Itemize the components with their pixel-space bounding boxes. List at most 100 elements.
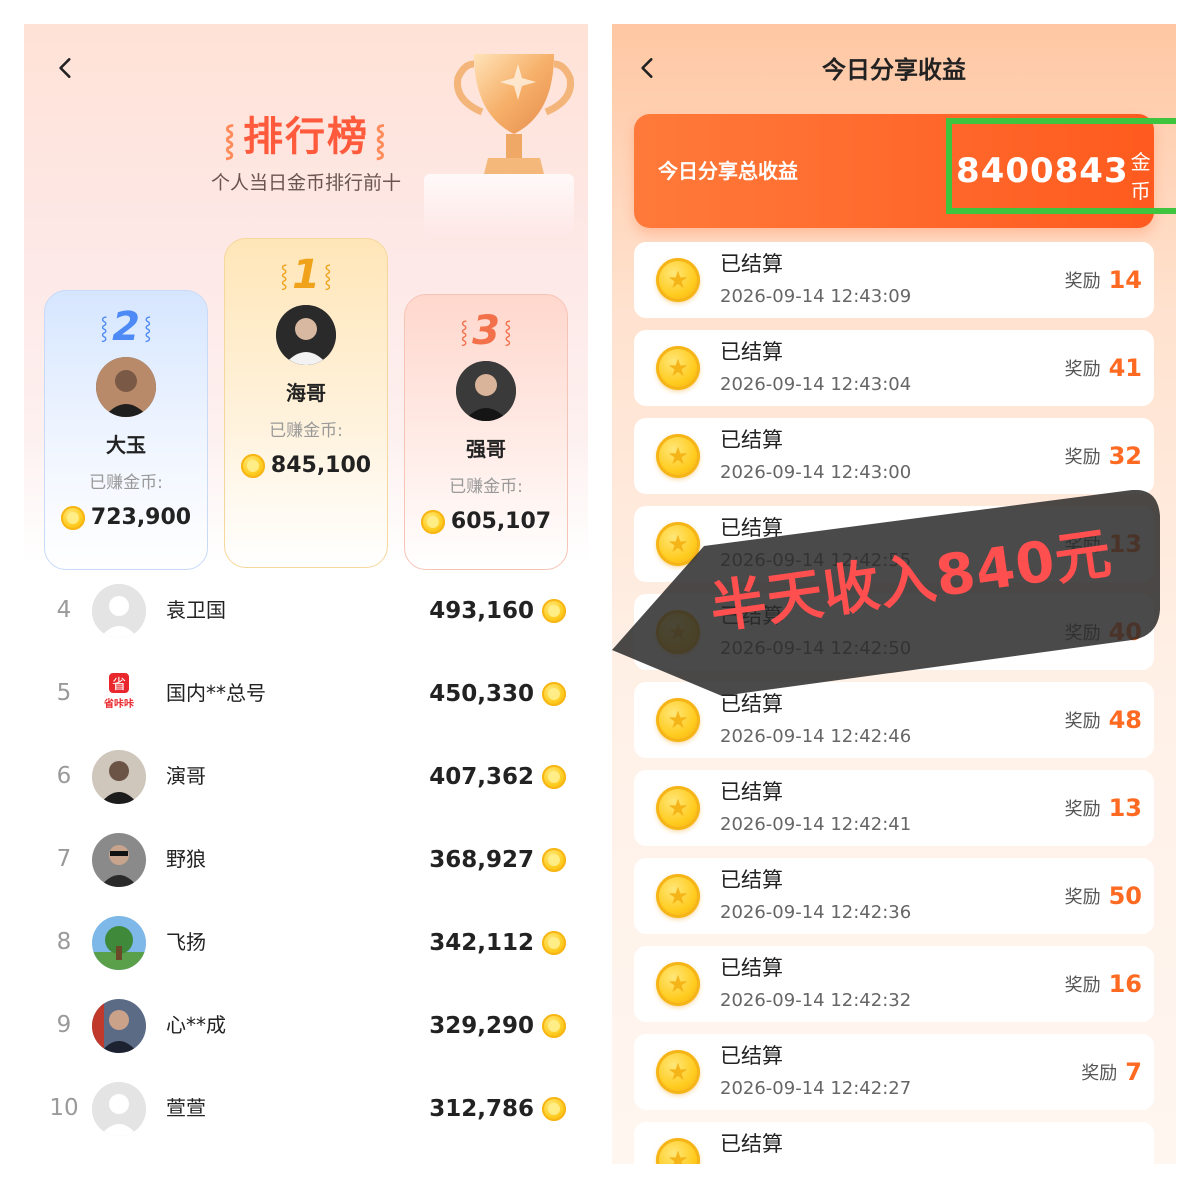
earned-label: 已赚金币: bbox=[269, 421, 343, 441]
total-number: 8400843 bbox=[956, 151, 1129, 191]
rank-index: 9 bbox=[56, 1012, 72, 1038]
svg-text:省: 省 bbox=[112, 677, 126, 693]
podium-rank-2[interactable]: ⸾ 2 ⸾ 大玉 已赚金币: 723,900 bbox=[44, 290, 208, 570]
record-status: 已结算 bbox=[720, 1132, 783, 1156]
earnings-screen: 今日分享收益 今日分享总收益 8400843金币 已结算 2026-09-14 … bbox=[612, 24, 1176, 1164]
avatar bbox=[92, 750, 146, 804]
record-reward: 奖励 48 bbox=[1064, 706, 1142, 734]
settlement-record[interactable]: 已结算 2026-09-14 12:42:46 奖励48 bbox=[634, 682, 1154, 758]
record-time: 2026-09-14 12:42:46 bbox=[720, 726, 912, 747]
record-reward: 奖励 7 bbox=[1081, 1058, 1142, 1086]
record-status: 已结算 bbox=[720, 692, 783, 716]
coin-amount: 605,107 bbox=[405, 509, 567, 534]
record-reward: 奖励 40 bbox=[1064, 618, 1142, 646]
user-name: 心**成 bbox=[166, 1013, 226, 1037]
laurel-icon: ⸾ bbox=[323, 264, 332, 289]
avatar bbox=[92, 916, 146, 970]
rank-index: 8 bbox=[56, 929, 72, 955]
user-name: 演哥 bbox=[166, 764, 206, 788]
coin-icon bbox=[542, 598, 566, 623]
avatar bbox=[96, 357, 156, 417]
user-name: 海哥 bbox=[286, 381, 326, 405]
coin-icon bbox=[656, 962, 700, 1006]
page-title: 今日分享收益 bbox=[822, 56, 966, 84]
coin-amount: 845,100 bbox=[225, 453, 387, 478]
record-reward: 奖励 16 bbox=[1064, 970, 1142, 998]
coin-score: 329,290 bbox=[429, 984, 566, 1067]
list-item[interactable]: 6 演哥 407,362 bbox=[24, 735, 588, 818]
coin-icon bbox=[656, 258, 700, 302]
coin-score: 368,927 bbox=[429, 818, 566, 901]
svg-text:省咔咔: 省咔咔 bbox=[103, 697, 134, 710]
screenshot-collage: ⸾ 排行榜 ⸾ 个人当日金币排行前十 ⸾ 2 ⸾ 大玉 已赚金币: 723,900 ⸾ 1… bbox=[0, 0, 1200, 1200]
rank-index: 6 bbox=[56, 763, 72, 789]
list-item[interactable]: 9 心**成 329,290 bbox=[24, 984, 588, 1067]
list-item[interactable]: 10 萱萱 312,786 bbox=[24, 1067, 588, 1150]
record-status: 已结算 bbox=[720, 868, 783, 892]
coin-icon bbox=[240, 453, 265, 478]
rank-index: 4 bbox=[56, 597, 72, 623]
settlement-record[interactable]: 已结算 2026-09-14 12:42:32 奖励16 bbox=[634, 946, 1154, 1022]
settlement-record[interactable]: 已结算 bbox=[634, 1122, 1154, 1164]
list-item[interactable]: 7 野狼 368,927 bbox=[24, 818, 588, 901]
coin-icon bbox=[656, 698, 700, 742]
record-reward: 奖励 32 bbox=[1064, 442, 1142, 470]
record-status: 已结算 bbox=[720, 956, 783, 980]
avatar-logo: 省省咔咔 bbox=[92, 667, 146, 721]
coin-score: 407,362 bbox=[429, 735, 566, 818]
avatar bbox=[92, 1082, 146, 1136]
coin-icon bbox=[656, 874, 700, 918]
record-time: 2026-09-14 12:42:36 bbox=[720, 902, 912, 923]
record-reward: 奖励 14 bbox=[1064, 266, 1142, 294]
avatar bbox=[456, 361, 516, 421]
back-chevron-icon bbox=[59, 58, 71, 78]
list-item[interactable]: 5 省省咔咔 国内**总号 450,330 bbox=[24, 652, 588, 735]
coin-icon bbox=[656, 522, 700, 566]
laurel-icon: ⸾ bbox=[503, 320, 512, 345]
back-button[interactable] bbox=[48, 50, 84, 86]
user-name: 强哥 bbox=[466, 437, 506, 461]
record-status: 已结算 bbox=[720, 428, 783, 452]
coin-icon bbox=[542, 847, 566, 872]
title-text: 排行榜 bbox=[243, 114, 369, 160]
record-status: 已结算 bbox=[720, 780, 783, 804]
laurel-left-icon: ⸾ bbox=[224, 123, 237, 158]
record-time: 2026-09-14 12:42:50 bbox=[720, 638, 912, 659]
record-time: 2026-09-14 12:43:00 bbox=[720, 462, 912, 483]
coin-icon bbox=[656, 434, 700, 478]
record-time: 2026-09-14 12:43:04 bbox=[720, 374, 912, 395]
earned-label: 已赚金币: bbox=[89, 473, 163, 493]
user-name: 国内**总号 bbox=[166, 681, 266, 705]
coin-score: 342,112 bbox=[429, 901, 566, 984]
rank-index: 10 bbox=[49, 1095, 79, 1121]
podium-rank-1[interactable]: ⸾ 1 ⸾ 海哥 已赚金币: 845,100 bbox=[224, 238, 388, 568]
record-reward: 奖励 50 bbox=[1064, 882, 1142, 910]
settlement-record[interactable]: 已结算 2026-09-14 12:43:00 奖励32 bbox=[634, 418, 1154, 494]
coin-score: 450,330 bbox=[429, 652, 566, 735]
podium-rank-3[interactable]: ⸾ 3 ⸾ 强哥 已赚金币: 605,107 bbox=[404, 294, 568, 570]
coin-icon bbox=[420, 509, 445, 534]
settlement-record[interactable]: 已结算 2026-09-14 12:42:41 奖励13 bbox=[634, 770, 1154, 846]
total-unit: 金币 bbox=[1130, 150, 1151, 203]
user-name: 野狼 bbox=[166, 847, 206, 871]
record-time: 2026-09-14 12:42:32 bbox=[720, 990, 912, 1011]
settlement-record[interactable]: 已结算 2026-09-14 12:43:09 奖励14 bbox=[634, 242, 1154, 318]
user-name: 飞扬 bbox=[166, 930, 206, 954]
total-value: 8400843 金币 bbox=[956, 114, 1154, 228]
record-status: 已结算 bbox=[720, 1044, 783, 1068]
coin-score: 312,786 bbox=[429, 1067, 566, 1150]
settlement-record[interactable]: 已结算 2026-09-14 12:43:04 奖励41 bbox=[634, 330, 1154, 406]
list-item[interactable]: 8 飞扬 342,112 bbox=[24, 901, 588, 984]
settlement-record[interactable]: 已结算 2026-09-14 12:42:27 奖励7 bbox=[634, 1034, 1154, 1110]
user-name: 大玉 bbox=[106, 433, 146, 457]
coin-score: 493,160 bbox=[429, 569, 566, 652]
user-name: 萱萱 bbox=[166, 1096, 206, 1120]
rank-index: 7 bbox=[56, 846, 72, 872]
record-status: 已结算 bbox=[720, 516, 783, 540]
list-item[interactable]: 4 袁卫国 493,160 bbox=[24, 569, 588, 652]
total-earnings-card: 今日分享总收益 8400843 金币 bbox=[634, 114, 1176, 228]
avatar bbox=[92, 833, 146, 887]
record-status: 已结算 bbox=[720, 340, 783, 364]
rank-number: ⸾ 3 ⸾ bbox=[405, 307, 567, 355]
settlement-record[interactable]: 已结算 2026-09-14 12:42:36 奖励50 bbox=[634, 858, 1154, 934]
